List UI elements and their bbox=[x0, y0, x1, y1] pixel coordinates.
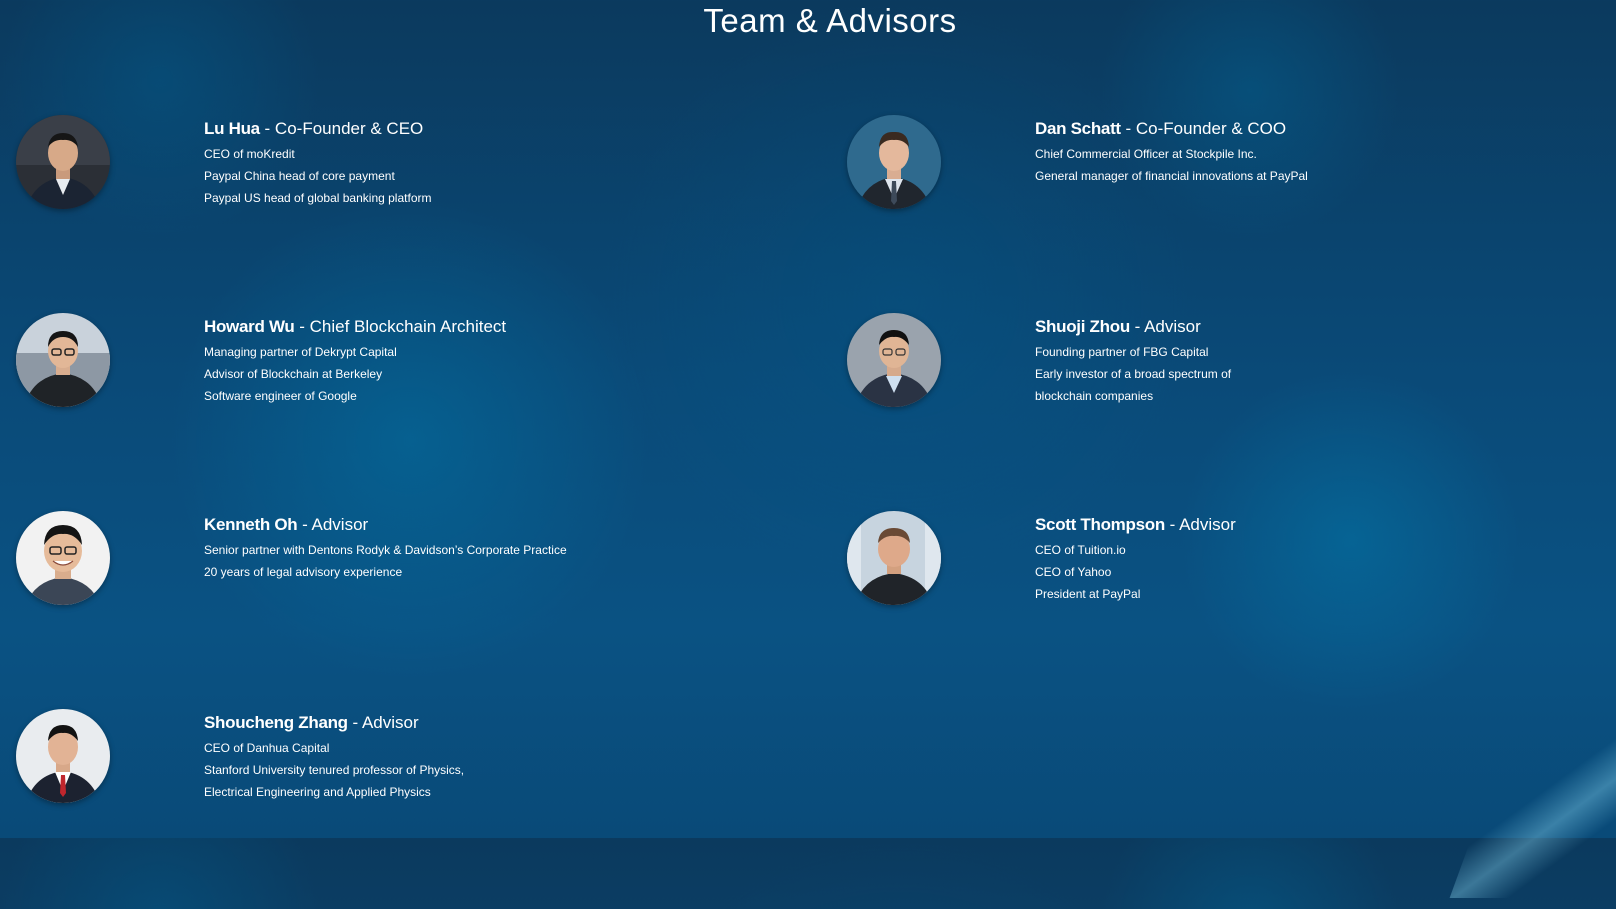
member-role: Chief Blockchain Architect bbox=[309, 317, 507, 336]
member-detail: President at PayPal bbox=[1035, 587, 1141, 601]
name-separator: - bbox=[297, 515, 312, 534]
portrait-howard-wu-icon bbox=[16, 313, 110, 407]
member-detail: Electrical Engineering and Applied Physi… bbox=[204, 785, 431, 799]
member-name: Kenneth Oh bbox=[204, 515, 298, 534]
member-role: Advisor bbox=[361, 713, 419, 732]
name-separator: - bbox=[259, 119, 275, 138]
member-name: Lu Hua bbox=[204, 119, 260, 138]
name-separator: - bbox=[347, 713, 362, 732]
member-title-line: Shuoji Zhou - Advisor bbox=[1035, 315, 1615, 339]
team-member-card: Dan Schatt - Co-Founder & COO Chief Comm… bbox=[847, 115, 1616, 315]
section-heading: Team & Advisors bbox=[703, 2, 957, 39]
member-info: Kenneth Oh - Advisor Senior partner with… bbox=[204, 513, 784, 583]
member-role: Co-Founder & COO bbox=[1135, 119, 1287, 138]
member-title-line: Lu Hua - Co-Founder & CEO bbox=[204, 117, 784, 141]
member-detail: CEO of Tuition.io bbox=[1035, 543, 1126, 557]
team-member-card: Lu Hua - Co-Founder & CEO CEO of moKredi… bbox=[16, 115, 816, 315]
member-detail: Founding partner of FBG Capital bbox=[1035, 345, 1209, 359]
member-name: Shoucheng Zhang bbox=[204, 713, 348, 732]
member-detail: blockchain companies bbox=[1035, 389, 1154, 403]
member-detail: 20 years of legal advisory experience bbox=[204, 565, 403, 579]
portrait-kenneth-oh-icon bbox=[16, 511, 110, 605]
member-detail: Managing partner of Dekrypt Capital bbox=[204, 345, 397, 359]
member-title-line: Dan Schatt - Co-Founder & COO bbox=[1035, 117, 1615, 141]
member-info: Shoucheng Zhang - Advisor CEO of Danhua … bbox=[204, 711, 784, 803]
member-name: Dan Schatt bbox=[1035, 119, 1121, 138]
member-name: Scott Thompson bbox=[1035, 515, 1165, 534]
member-name: Howard Wu bbox=[204, 317, 295, 336]
name-separator: - bbox=[1120, 119, 1136, 138]
team-member-card: Scott Thompson - Advisor CEO of Tuition.… bbox=[847, 511, 1616, 711]
portrait-lu-hua-icon bbox=[16, 115, 110, 209]
name-separator: - bbox=[1129, 317, 1145, 336]
background-light-streak bbox=[1449, 698, 1616, 898]
member-info: Howard Wu - Chief Blockchain Architect M… bbox=[204, 315, 784, 407]
member-info: Lu Hua - Co-Founder & CEO CEO of moKredi… bbox=[204, 117, 784, 209]
portrait-scott-thompson-icon bbox=[847, 511, 941, 605]
member-role: Co-Founder & CEO bbox=[274, 119, 424, 138]
team-member-card: Howard Wu - Chief Blockchain Architect M… bbox=[16, 313, 816, 513]
team-member-card: Kenneth Oh - Advisor Senior partner with… bbox=[16, 511, 816, 711]
member-detail: CEO of Yahoo bbox=[1035, 565, 1112, 579]
member-title-line: Howard Wu - Chief Blockchain Architect bbox=[204, 315, 784, 339]
member-info: Scott Thompson - Advisor CEO of Tuition.… bbox=[1035, 513, 1615, 605]
team-member-card: Shuoji Zhou - Advisor Founding partner o… bbox=[847, 313, 1616, 513]
member-detail: CEO of moKredit bbox=[204, 147, 295, 161]
member-detail: Chief Commercial Officer at Stockpile In… bbox=[1035, 147, 1257, 161]
member-info: Shuoji Zhou - Advisor Founding partner o… bbox=[1035, 315, 1615, 407]
portrait-shoucheng-zhang-icon bbox=[16, 709, 110, 803]
member-detail: Advisor of Blockchain at Berkeley bbox=[204, 367, 383, 381]
name-separator: - bbox=[1164, 515, 1180, 534]
member-role: Advisor bbox=[1144, 317, 1201, 336]
member-detail: Software engineer of Google bbox=[204, 389, 357, 403]
member-detail: Early investor of a broad spectrum of bbox=[1035, 367, 1232, 381]
portrait-dan-schatt-icon bbox=[847, 115, 941, 209]
member-role: Advisor bbox=[1179, 515, 1236, 534]
member-detail: Paypal China head of core payment bbox=[204, 169, 395, 183]
member-detail: CEO of Danhua Capital bbox=[204, 741, 330, 755]
member-detail: Senior partner with Dentons Rodyk & Davi… bbox=[204, 543, 567, 557]
member-role: Advisor bbox=[311, 515, 369, 534]
member-detail: Stanford University tenured professor of… bbox=[204, 763, 465, 777]
team-member-card: Shoucheng Zhang - Advisor CEO of Danhua … bbox=[16, 709, 816, 909]
member-info: Dan Schatt - Co-Founder & COO Chief Comm… bbox=[1035, 117, 1615, 187]
member-detail: General manager of financial innovations… bbox=[1035, 169, 1308, 183]
member-title-line: Scott Thompson - Advisor bbox=[1035, 513, 1615, 537]
member-title-line: Shoucheng Zhang - Advisor bbox=[204, 711, 784, 735]
member-title-line: Kenneth Oh - Advisor bbox=[204, 513, 784, 537]
member-name: Shuoji Zhou bbox=[1035, 317, 1130, 336]
member-detail: Paypal US head of global banking platfor… bbox=[204, 191, 432, 205]
name-separator: - bbox=[294, 317, 310, 336]
portrait-shuoji-zhou-icon bbox=[847, 313, 941, 407]
